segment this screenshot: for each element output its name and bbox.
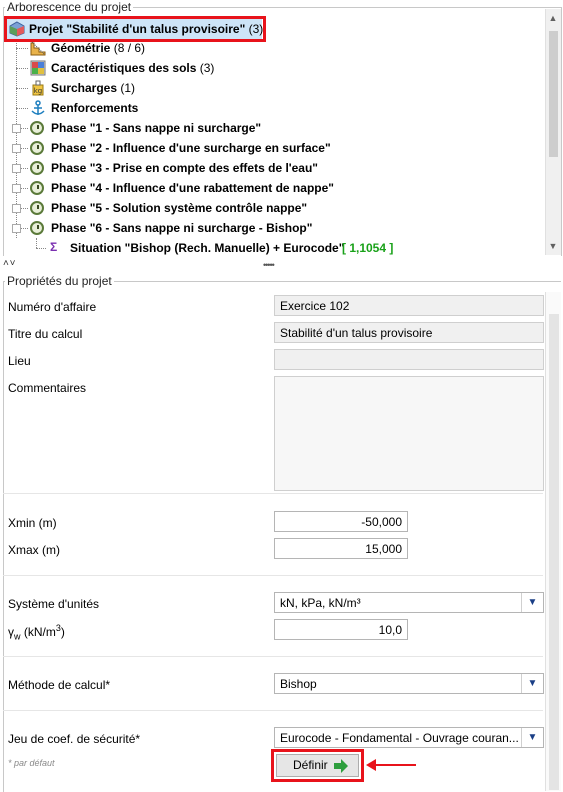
separator [3, 493, 543, 494]
tree-connector-h [16, 88, 28, 89]
tree-phase-label: Phase "2 - Influence d'une surcharge en … [51, 141, 331, 155]
tree-item-suffix: (8 / 6) [113, 41, 146, 55]
titre-field[interactable]: Stabilité d'un talus provisoire [274, 322, 544, 343]
arrow-right-icon [333, 759, 349, 779]
tree-phase-label: Phase "6 - Sans nappe ni surcharge - Bis… [51, 221, 313, 235]
methode-label: Méthode de calcul* [8, 678, 111, 692]
phase-clock-icon [30, 181, 46, 197]
phase-clock-icon [30, 201, 46, 217]
unites-select[interactable]: kN, kPa, kN/m³ ▼ [274, 592, 544, 613]
xmin-field[interactable]: -50,000 [274, 511, 408, 532]
tree-phase-label: Phase "3 - Prise en compte des effets de… [51, 161, 318, 175]
scroll-up-icon[interactable]: ▲ [546, 11, 560, 25]
tree-item-label: Géométrie [51, 41, 111, 55]
definir-button[interactable]: Définir [276, 754, 359, 777]
splitter-collapse-icons[interactable]: ˄ ˅ [3, 258, 16, 269]
tree-item-label: Surcharges [51, 81, 118, 95]
expand-toggle[interactable] [12, 184, 21, 193]
tree-phase-label: Phase "1 - Sans nappe ni surcharge" [51, 121, 262, 135]
separator [3, 710, 543, 711]
tree-item-label: Renforcements [51, 101, 139, 115]
expand-toggle[interactable] [12, 144, 21, 153]
expand-toggle[interactable] [12, 164, 21, 173]
gamma-unit: (kN/m [20, 625, 56, 639]
separator [3, 656, 543, 657]
methode-select-value: Bishop [280, 677, 317, 691]
chevron-down-icon[interactable]: ▼ [521, 593, 543, 612]
phase-clock-icon [30, 121, 46, 137]
gamma-close: ) [60, 625, 65, 639]
tree-connector-h [16, 68, 28, 69]
collapse-toggle[interactable] [12, 224, 21, 233]
tree-scrollbar[interactable]: ▲ ▼ [545, 9, 561, 255]
jeu-select[interactable]: Eurocode - Fondamental - Ouvrage couran.… [274, 727, 544, 748]
gamma-field[interactable]: 10,0 [274, 619, 408, 640]
gamma-label: γw (kN/m3) [8, 623, 65, 641]
properties-scrollbar[interactable] [545, 292, 561, 791]
expand-toggle[interactable] [12, 124, 21, 133]
numero-label: Numéro d'affaire [8, 300, 97, 314]
phase-clock-icon [30, 141, 46, 157]
scroll-down-icon[interactable]: ▼ [546, 239, 560, 253]
commentaires-label: Commentaires [8, 381, 87, 395]
chevron-down-icon[interactable]: ▼ [521, 674, 543, 693]
svg-text:kg: kg [34, 87, 43, 95]
chevron-down-icon[interactable]: ▼ [521, 728, 543, 747]
jeu-select-value: Eurocode - Fondamental - Ouvrage couran.… [280, 731, 519, 745]
xmin-label: Xmin (m) [8, 516, 57, 530]
jeu-label: Jeu de coef. de sécurité* [8, 732, 141, 746]
tree-phase-label: Phase "5 - Solution système contrôle nap… [51, 201, 308, 215]
definir-label: Définir [293, 758, 328, 772]
tree-scrollbar-thumb[interactable] [549, 31, 558, 157]
tree-phase-label: Phase "4 - Influence d'une rabattement d… [51, 181, 334, 195]
methode-select[interactable]: Bishop ▼ [274, 673, 544, 694]
unites-select-value: kN, kPa, kN/m³ [280, 596, 361, 610]
unites-label: Système d'unités [8, 597, 100, 611]
situation-value: [ 1,1054 ] [342, 241, 394, 255]
soil-icon [30, 60, 46, 76]
xmax-field[interactable]: 15,000 [274, 538, 408, 559]
tree-panel-title: Arborescence du projet [5, 0, 134, 14]
tree-item-label: Caractéristiques des sols [51, 61, 197, 75]
lieu-label: Lieu [8, 354, 31, 368]
tree-connector-h [36, 248, 46, 249]
tree-item-suffix: (3) [199, 61, 215, 75]
tree-connector [36, 238, 37, 248]
tree-connector-h [16, 48, 28, 49]
numero-field[interactable]: Exercice 102 [274, 295, 544, 316]
situation-sigma-icon: Σ [50, 240, 58, 254]
expand-toggle[interactable] [12, 204, 21, 213]
titre-label: Titre du calcul [8, 327, 83, 341]
tree-connector-h [16, 108, 28, 109]
anchor-icon [30, 100, 46, 116]
commentaires-field[interactable] [274, 376, 544, 491]
annotation-arrow [366, 758, 418, 775]
lieu-field[interactable] [274, 349, 544, 370]
properties-scrollbar-thumb[interactable] [549, 314, 559, 790]
tree-item-suffix: (1) [120, 81, 136, 95]
phase-clock-icon [30, 161, 46, 177]
surcharge-icon: kg [30, 80, 46, 96]
situation-label: Situation "Bishop (Rech. Manuelle) + Eur… [70, 241, 345, 255]
phase-clock-icon [30, 221, 46, 237]
properties-panel-title: Propriétés du projet [5, 274, 114, 288]
separator [3, 575, 543, 576]
splitter-grip[interactable]: ••••• [263, 261, 275, 270]
footnote-default: * par défaut [8, 758, 55, 768]
xmax-label: Xmax (m) [8, 543, 60, 557]
geometry-icon [30, 40, 46, 56]
